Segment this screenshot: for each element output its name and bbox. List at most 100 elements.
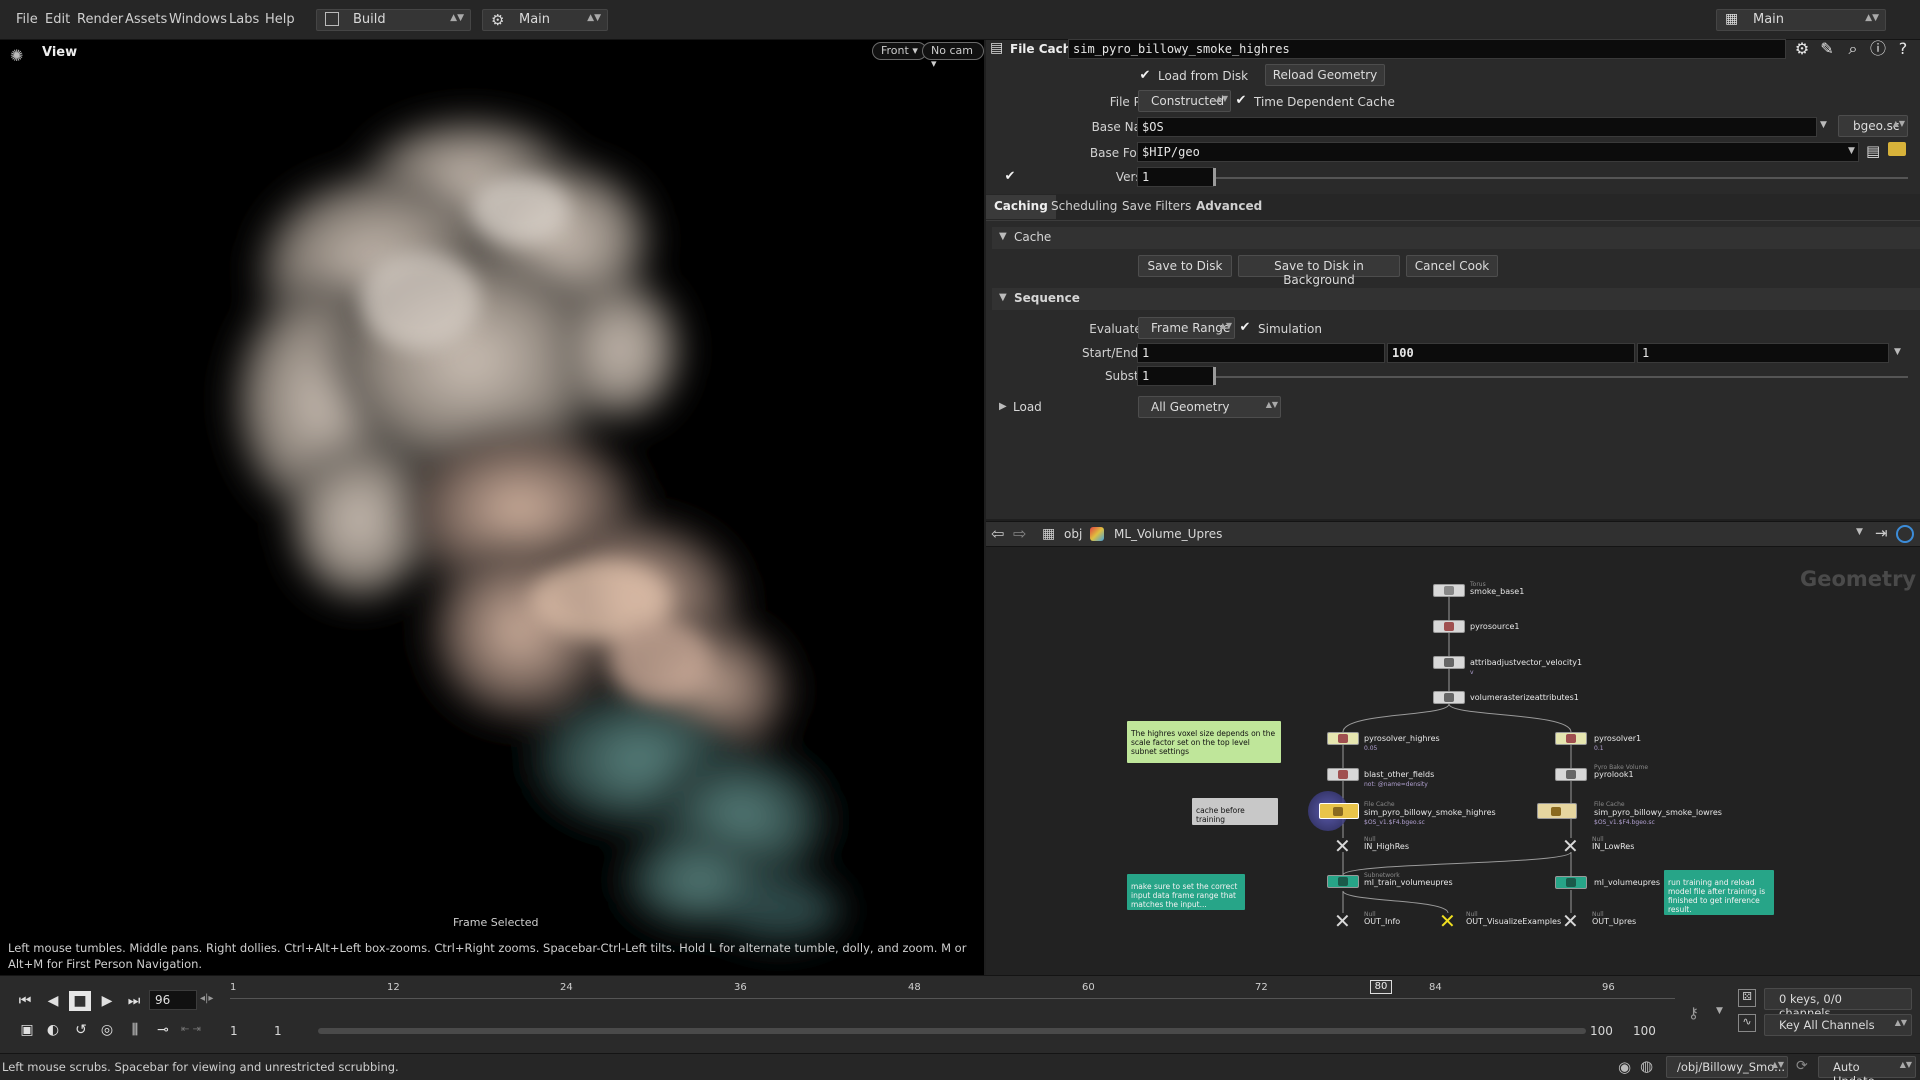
- menu-labs[interactable]: Labs: [229, 12, 259, 27]
- chevron-down-icon[interactable]: ▼: [1820, 120, 1827, 130]
- channel-icon[interactable]: ⚄: [1738, 989, 1756, 1007]
- node-ml-volumeupres[interactable]: [1555, 876, 1587, 889]
- step-icon[interactable]: ◂|▸: [200, 993, 213, 1004]
- node-cache-lowres[interactable]: [1537, 803, 1577, 819]
- forward-arrow-icon[interactable]: ⇨: [1013, 524, 1026, 543]
- camera-menu[interactable]: No cam ▾: [922, 42, 984, 70]
- menu-windows[interactable]: Windows: [169, 12, 227, 27]
- desktop-select[interactable]: Build ▲▼: [316, 9, 471, 31]
- timeline-options-icon[interactable]: ▣: [16, 1020, 38, 1040]
- file-browse-icon[interactable]: ▤: [1866, 142, 1880, 160]
- step-keys-icon[interactable]: ⊸: [152, 1020, 174, 1040]
- node-blast-other-fields[interactable]: [1327, 768, 1359, 781]
- sticky-note-reload[interactable]: run training and reload model file after…: [1664, 870, 1774, 915]
- chat-icon[interactable]: ◍: [1640, 1057, 1653, 1075]
- time-slider[interactable]: 1 12 24 36 48 60 72 84 96 80: [230, 978, 1675, 1014]
- version-enable-checkbox[interactable]: ✔: [1003, 170, 1017, 184]
- chevron-down-icon[interactable]: ▼: [1894, 347, 1901, 357]
- expand-icon[interactable]: ▶: [999, 401, 1007, 412]
- sticky-note-voxel[interactable]: The highres voxel size depends on the sc…: [1127, 721, 1281, 763]
- time-dependent-checkbox[interactable]: ✔: [1234, 94, 1248, 108]
- jump-end-icon[interactable]: ⏭: [123, 991, 145, 1011]
- network-editor[interactable]: Geometry Torus smoke_base1 pyrosource1 a…: [986, 547, 1920, 975]
- audio-icon[interactable]: ◐: [42, 1020, 64, 1040]
- info-icon[interactable]: ⓘ: [1869, 40, 1887, 58]
- substeps-field[interactable]: 1: [1137, 366, 1214, 386]
- range-end-field-2[interactable]: 100: [1633, 1024, 1656, 1038]
- node-ml-train-volumeupres[interactable]: [1327, 875, 1359, 888]
- simulation-checkbox[interactable]: ✔: [1238, 321, 1252, 335]
- auto-update-select[interactable]: Auto Update ▲▼: [1818, 1056, 1916, 1080]
- path-root[interactable]: obj: [1064, 527, 1082, 541]
- sticky-note-cache[interactable]: cache before training: [1192, 798, 1278, 825]
- null-node-out-info[interactable]: ✕: [1334, 911, 1351, 931]
- null-node-out-visualize[interactable]: ✕: [1439, 911, 1456, 931]
- node-name-field[interactable]: sim_pyro_billowy_smoke_highres: [1068, 39, 1786, 59]
- camera-view-menu[interactable]: Front ▾: [872, 42, 927, 60]
- node-cache-highres[interactable]: [1319, 803, 1359, 819]
- version-slider[interactable]: [1214, 177, 1908, 179]
- sequence-section-header[interactable]: ▼ Sequence: [992, 288, 1920, 310]
- range-end-field[interactable]: 100: [1590, 1024, 1613, 1038]
- back-arrow-icon[interactable]: ⇦: [991, 524, 1004, 543]
- key-icon[interactable]: ⚷: [1688, 1004, 1699, 1022]
- base-name-field[interactable]: $OS: [1137, 117, 1817, 137]
- node-pyrolook1[interactable]: [1555, 768, 1587, 781]
- pin-icon[interactable]: ⇥: [1875, 524, 1888, 542]
- loop-icon[interactable]: ↺: [70, 1020, 92, 1040]
- folder-icon[interactable]: [1888, 142, 1906, 156]
- play-icon[interactable]: ▶: [96, 991, 118, 1011]
- chevron-down-icon[interactable]: ▼: [1856, 527, 1863, 537]
- extension-select[interactable]: bgeo.sc ▲▼: [1838, 115, 1908, 137]
- play-reverse-icon[interactable]: ◀: [42, 991, 64, 1011]
- substeps-slider-knob[interactable]: [1213, 367, 1216, 385]
- chevron-down-icon[interactable]: ▼: [1716, 1006, 1723, 1016]
- tab-scheduling[interactable]: Scheduling: [1043, 195, 1125, 219]
- reload-geometry-button[interactable]: Reload Geometry: [1265, 64, 1385, 86]
- link-icon[interactable]: [1896, 525, 1914, 543]
- path-node[interactable]: ML_Volume_Upres: [1114, 527, 1222, 541]
- evaluate-as-select[interactable]: Frame Range ▲▼: [1138, 317, 1235, 339]
- version-field[interactable]: 1: [1137, 167, 1214, 187]
- help-icon[interactable]: ?: [1894, 40, 1912, 58]
- fps-icon[interactable]: ⫼: [124, 1020, 146, 1040]
- keys-channels-display[interactable]: 0 keys, 0/0 channels: [1764, 988, 1912, 1020]
- realtime-icon[interactable]: ◎: [96, 1020, 118, 1040]
- status-path-display[interactable]: /obj/Billowy_Smo... ▲▼: [1666, 1056, 1788, 1078]
- end-frame-field[interactable]: 100: [1387, 343, 1635, 363]
- tab-save-filters[interactable]: Save Filters: [1114, 195, 1199, 219]
- load-from-disk-checkbox[interactable]: ✔: [1138, 69, 1152, 83]
- file-path-mode-select[interactable]: Constructed ▲▼: [1138, 90, 1231, 112]
- jump-start-icon[interactable]: ⏮: [14, 991, 36, 1011]
- key-all-channels-button[interactable]: Key All Channels ▲▼: [1764, 1014, 1912, 1036]
- menu-assets[interactable]: Assets: [125, 12, 167, 27]
- node-pyrosolver1[interactable]: [1555, 732, 1587, 745]
- context-select[interactable]: ⚙ Main ▲▼: [482, 9, 608, 31]
- brush-icon[interactable]: ✎: [1818, 40, 1836, 58]
- right-context-select[interactable]: ▦ Main ▲▼: [1716, 9, 1886, 31]
- current-frame-field[interactable]: 96: [149, 990, 197, 1010]
- load-select[interactable]: All Geometry ▲▼: [1138, 396, 1281, 418]
- increment-field[interactable]: 1: [1637, 343, 1889, 363]
- start-frame-field[interactable]: 1: [1137, 343, 1385, 363]
- substeps-slider[interactable]: [1214, 376, 1908, 378]
- base-folder-field[interactable]: $HIP/geo: [1137, 142, 1859, 162]
- scene-viewport[interactable]: ✺ View Front ▾ No cam ▾ Frame Selected: [0, 40, 984, 975]
- chevron-down-icon[interactable]: ▼: [1848, 146, 1855, 156]
- playhead[interactable]: 80: [1370, 980, 1392, 994]
- perf-icon[interactable]: ◉: [1618, 1058, 1631, 1076]
- cache-section-header[interactable]: ▼ Cache: [992, 227, 1920, 249]
- null-node-in-lowres[interactable]: ✕: [1562, 836, 1579, 856]
- range-nav-icon[interactable]: ⇤ ⇥: [181, 1024, 201, 1035]
- node-smoke-base1[interactable]: [1433, 584, 1465, 597]
- menu-edit[interactable]: Edit: [45, 12, 70, 27]
- null-node-out-upres[interactable]: ✕: [1562, 911, 1579, 931]
- version-slider-knob[interactable]: [1213, 168, 1216, 186]
- range-bar[interactable]: [318, 1028, 1586, 1034]
- node-pyrosolver-highres[interactable]: [1327, 732, 1359, 745]
- node-pyrosource1[interactable]: [1433, 620, 1465, 633]
- menu-file[interactable]: File: [16, 12, 38, 27]
- tab-advanced[interactable]: Advanced: [1188, 195, 1270, 219]
- stop-icon[interactable]: ■: [69, 991, 91, 1011]
- key-all-icon[interactable]: ∿: [1738, 1014, 1756, 1032]
